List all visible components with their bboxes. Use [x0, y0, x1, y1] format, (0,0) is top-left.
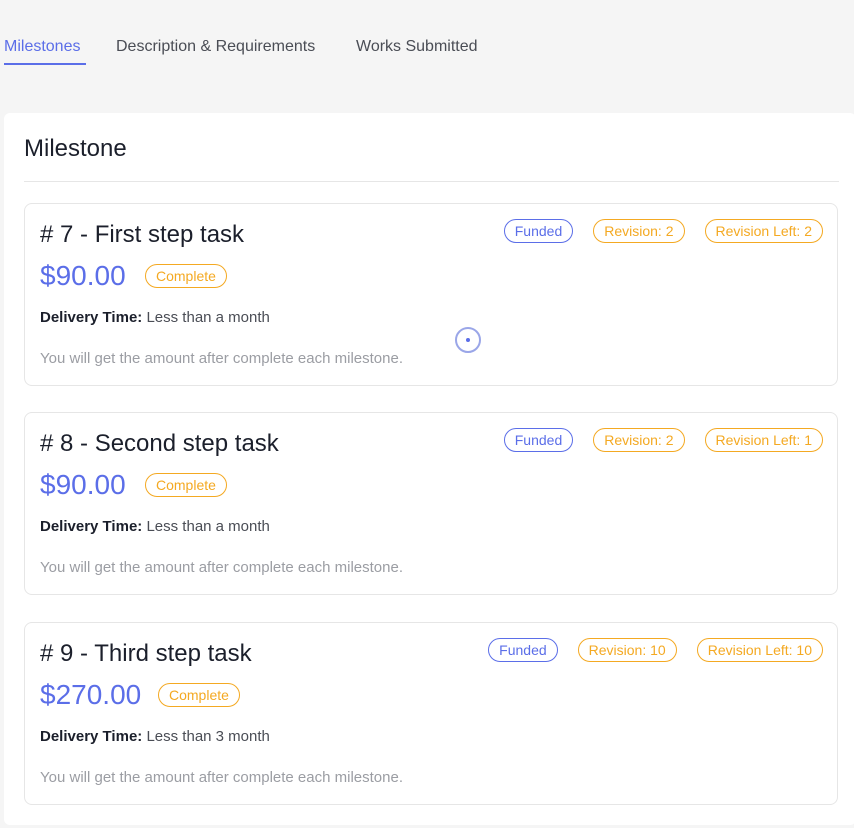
delivery-time-value: Less than 3 month	[146, 728, 270, 745]
milestone-card-7: # 7 - First step task Funded Revision: 2…	[24, 203, 838, 386]
milestone-badges: Funded Revision: 10 Revision Left: 10	[488, 638, 823, 662]
milestone-card-9: # 9 - Third step task Funded Revision: 1…	[24, 622, 838, 805]
delivery-time-label: Delivery Time:	[40, 309, 143, 326]
milestone-title: # 8 - Second step task	[40, 430, 279, 457]
panel-title: Milestone	[24, 135, 127, 162]
revision-badge: Revision: 10	[577, 638, 677, 662]
tab-works-submitted[interactable]: Works Submitted	[356, 37, 478, 57]
milestone-card-8: # 8 - Second step task Funded Revision: …	[24, 412, 838, 595]
revision-left-badge: Revision Left: 1	[704, 428, 823, 452]
delivery-time-label: Delivery Time:	[40, 728, 143, 745]
milestone-badges: Funded Revision: 2 Revision Left: 1	[503, 428, 823, 452]
delivery-time: Delivery Time: Less than a month	[40, 517, 270, 537]
status-badge: Complete	[158, 683, 240, 707]
delivery-time-value: Less than a month	[146, 309, 270, 326]
delivery-time: Delivery Time: Less than a month	[40, 308, 270, 328]
milestone-badges: Funded Revision: 2 Revision Left: 2	[503, 219, 823, 243]
milestone-title: # 7 - First step task	[40, 221, 245, 248]
tab-milestones[interactable]: Milestones	[4, 37, 80, 57]
panel-divider	[24, 181, 839, 182]
milestone-price: $270.00	[40, 679, 142, 710]
delivery-time: Delivery Time: Less than 3 month	[40, 727, 270, 747]
revision-left-badge: Revision Left: 10	[696, 638, 823, 662]
milestone-note: You will get the amount after complete e…	[40, 559, 403, 576]
status-badge: Complete	[145, 473, 227, 497]
funded-badge: Funded	[488, 638, 558, 662]
milestone-title: # 9 - Third step task	[40, 640, 252, 667]
revision-left-badge: Revision Left: 2	[704, 219, 823, 243]
revision-badge: Revision: 2	[593, 428, 685, 452]
status-badge: Complete	[145, 264, 227, 288]
milestone-price: $90.00	[40, 260, 126, 291]
revision-badge: Revision: 2	[593, 219, 685, 243]
active-tab-indicator	[4, 63, 86, 65]
delivery-time-value: Less than a month	[146, 518, 270, 535]
loading-spinner-dot	[466, 338, 470, 342]
delivery-time-label: Delivery Time:	[40, 518, 143, 535]
tab-description-requirements[interactable]: Description & Requirements	[116, 37, 315, 57]
milestone-note: You will get the amount after complete e…	[40, 350, 403, 367]
funded-badge: Funded	[503, 428, 574, 452]
tab-bar: Milestones Description & Requirements Wo…	[0, 0, 854, 100]
loading-spinner-icon	[455, 327, 481, 353]
milestone-note: You will get the amount after complete e…	[40, 769, 403, 786]
milestone-price: $90.00	[40, 469, 126, 500]
funded-badge: Funded	[503, 219, 574, 243]
